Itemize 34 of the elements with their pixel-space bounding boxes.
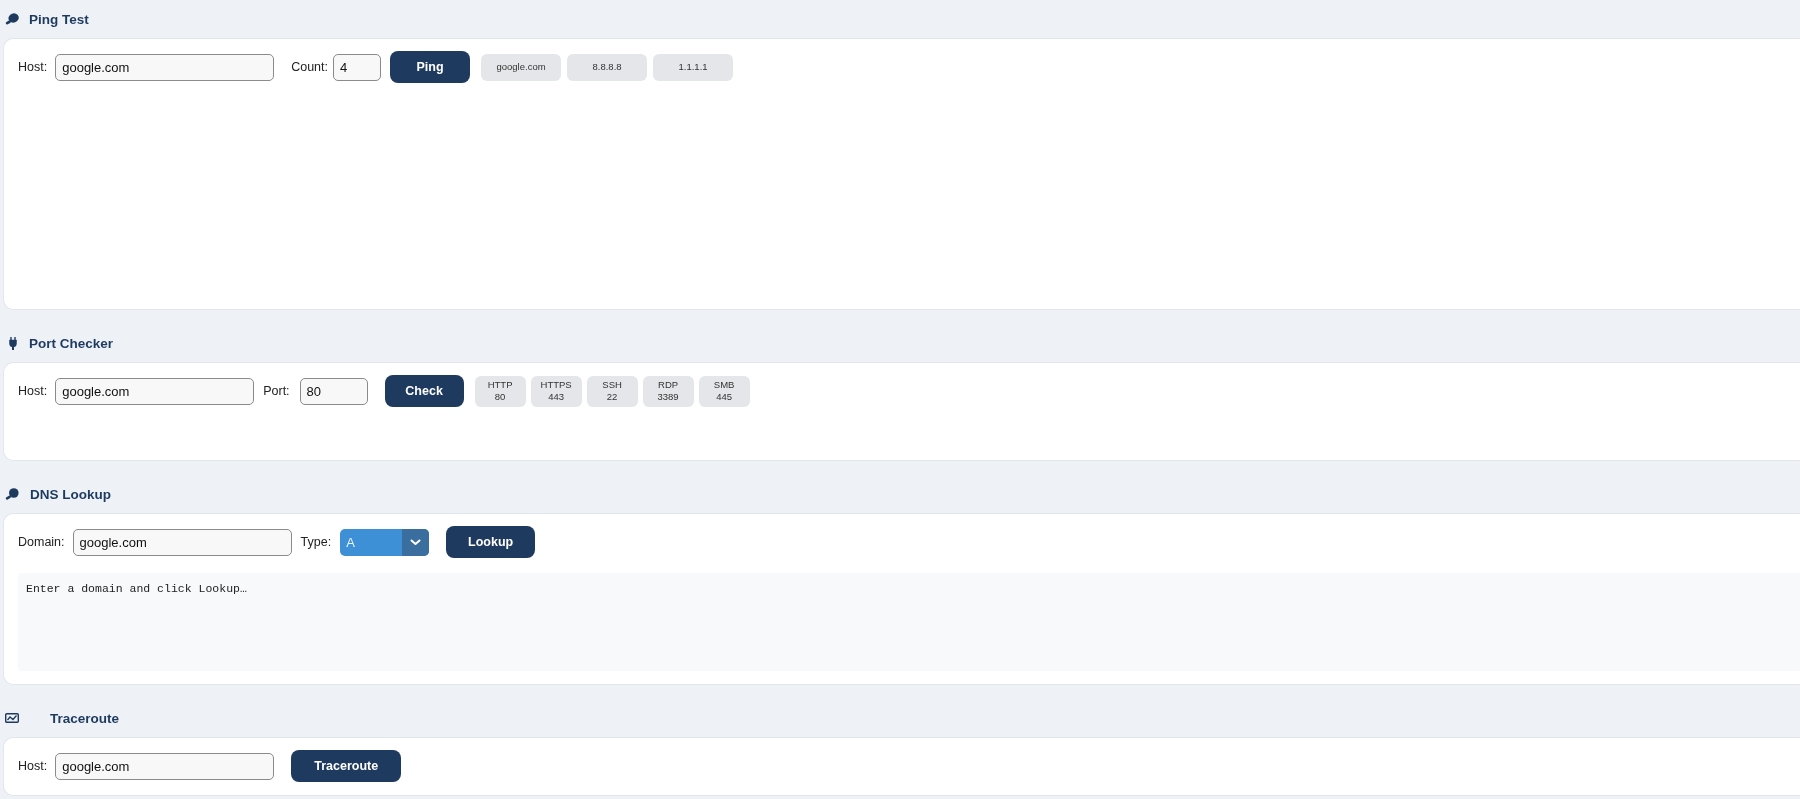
output-area: Enter a domain and click Lookup… bbox=[18, 573, 1800, 671]
preset-host-button[interactable]: google.com bbox=[481, 53, 562, 81]
section-title: DNS Lookup bbox=[30, 486, 111, 502]
ping-button[interactable]: Ping bbox=[390, 51, 471, 83]
host-field[interactable]: google.com bbox=[55, 53, 275, 81]
port-label: Port: bbox=[263, 384, 290, 398]
lookup-button[interactable]: Lookup bbox=[446, 526, 536, 558]
preset-port-button[interactable]: SSH 22 bbox=[586, 375, 638, 407]
host-label: Host: bbox=[18, 759, 48, 773]
section-title: Port Checker bbox=[29, 335, 114, 351]
preset-port-button[interactable]: SMB 445 bbox=[698, 375, 750, 407]
section-title: Ping Test bbox=[29, 11, 89, 27]
map-icon bbox=[5, 713, 19, 723]
host-field[interactable]: google.com bbox=[55, 377, 255, 405]
type-label: Type: bbox=[300, 535, 332, 549]
preset-port-button[interactable]: RDP 3389 bbox=[642, 375, 694, 407]
traceroute-button[interactable]: Traceroute bbox=[291, 750, 402, 782]
port-field[interactable]: 80 bbox=[299, 377, 368, 405]
preset-host-button[interactable]: 8.8.8.8 bbox=[567, 53, 648, 81]
host-field[interactable]: google.com bbox=[55, 752, 275, 780]
count-label: Count: bbox=[291, 60, 329, 74]
search-icon bbox=[5, 488, 19, 500]
preset-host-button[interactable]: 1.1.1.1 bbox=[653, 53, 734, 81]
preset-port-button[interactable]: HTTP 80 bbox=[474, 375, 526, 407]
check-button[interactable]: Check bbox=[384, 375, 464, 407]
count-field[interactable]: 4 bbox=[333, 53, 382, 81]
chevron-down-icon bbox=[402, 528, 430, 556]
section-title: Traceroute bbox=[50, 710, 120, 726]
domain-field[interactable]: google.com bbox=[72, 528, 292, 556]
preset-port-button[interactable]: HTTPS 443 bbox=[530, 375, 582, 407]
host-label: Host: bbox=[18, 384, 48, 398]
paddle-icon bbox=[5, 13, 19, 25]
domain-label: Domain: bbox=[18, 535, 65, 549]
host-label: Host: bbox=[18, 60, 48, 74]
